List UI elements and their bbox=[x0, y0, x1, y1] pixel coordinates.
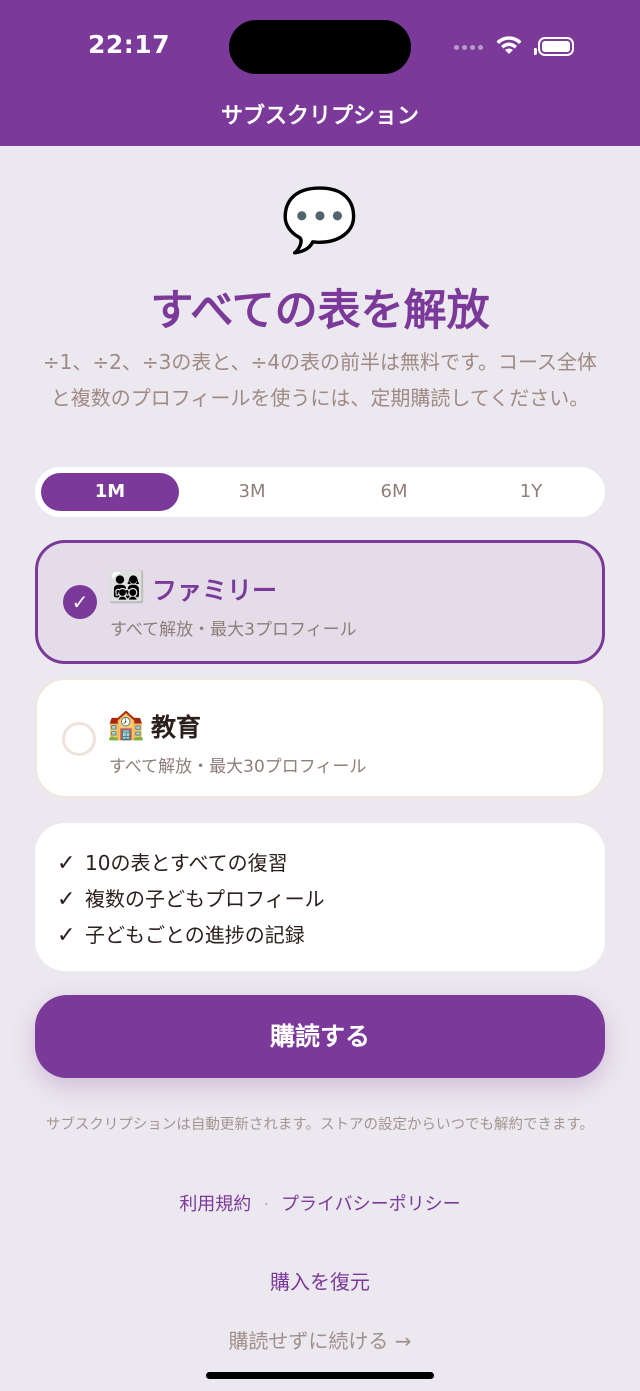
checkmark-icon: ✓ bbox=[57, 887, 76, 912]
period-6m[interactable]: 6M bbox=[325, 473, 463, 511]
period-selector: 1M 3M 6M 1Y bbox=[35, 467, 605, 517]
feature-list: ✓ 10の表とすべての復習 ✓ 複数の子どもプロフィール ✓ 子どもごとの進捗の記録 bbox=[35, 823, 605, 971]
checkmark-icon: ✓ bbox=[57, 923, 76, 948]
plan-education-desc: すべて解放・最大30プロフィール bbox=[109, 757, 367, 777]
school-icon: 🏫 bbox=[107, 707, 145, 742]
family-icon: 👨‍👩‍👧‍👦 bbox=[108, 570, 146, 605]
period-3m[interactable]: 3M bbox=[183, 473, 321, 511]
plan-family-name: ファミリー bbox=[152, 576, 278, 605]
skip-link[interactable]: 購読せずに続ける → bbox=[0, 1325, 640, 1354]
radio-empty-icon bbox=[62, 722, 96, 756]
page-subtitle: ÷1、÷2、÷3の表と、÷4の表の前半は無料です。コース全体と複数のプロフィール… bbox=[42, 350, 598, 410]
terms-link[interactable]: 利用規約 bbox=[179, 1194, 251, 1215]
feature-item: ✓ 子どもごとの進捗の記録 bbox=[57, 923, 305, 948]
page-title: すべての表を解放 bbox=[150, 286, 490, 336]
wifi-icon bbox=[496, 36, 522, 54]
period-1m[interactable]: 1M bbox=[41, 473, 179, 511]
header-bar: 22:17 サブスクリプション bbox=[0, 0, 640, 146]
home-indicator[interactable] bbox=[206, 1372, 434, 1379]
signal-icon bbox=[454, 45, 488, 51]
link-separator: · bbox=[263, 1194, 270, 1215]
subscribe-button[interactable]: 購読する bbox=[35, 995, 605, 1078]
checkmark-icon: ✓ bbox=[57, 851, 76, 876]
privacy-link[interactable]: プライバシーポリシー bbox=[281, 1194, 461, 1215]
status-time: 22:17 bbox=[88, 30, 171, 59]
nav-title: サブスクリプション bbox=[220, 104, 419, 129]
legal-text: サブスクリプションは自動更新されます。ストアの設定からいつでも解約できます。 bbox=[45, 1117, 595, 1133]
plan-education-name: 教育 bbox=[151, 713, 202, 742]
speech-bubble-icon: 💬 bbox=[281, 183, 359, 256]
battery-icon bbox=[534, 37, 574, 56]
plan-family[interactable]: ✓ 👨‍👩‍👧‍👦 ファミリー すべて解放・最大3プロフィール bbox=[35, 540, 605, 664]
restore-purchases-link[interactable]: 購入を復元 bbox=[0, 1266, 640, 1295]
period-1y[interactable]: 1Y bbox=[462, 473, 600, 511]
check-icon: ✓ bbox=[63, 585, 97, 619]
plan-family-desc: すべて解放・最大3プロフィール bbox=[110, 620, 357, 640]
feature-item: ✓ 複数の子どもプロフィール bbox=[57, 887, 325, 912]
feature-item: ✓ 10の表とすべての復習 bbox=[57, 851, 288, 876]
dynamic-island bbox=[229, 20, 411, 74]
legal-links: 利用規約 · プライバシーポリシー bbox=[0, 1190, 640, 1216]
plan-education[interactable]: 🏫 教育 すべて解放・最大30プロフィール bbox=[35, 678, 605, 798]
